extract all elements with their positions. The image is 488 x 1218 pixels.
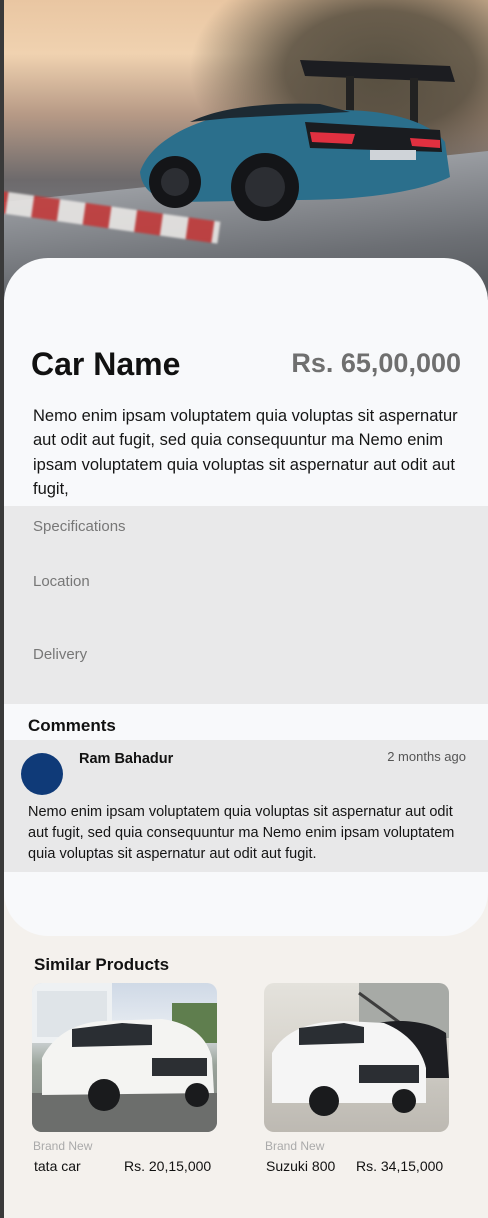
product-detail-card: Car Name Rs. 65,00,000 Nemo enim ipsam v… bbox=[4, 258, 488, 936]
comments-heading: Comments bbox=[28, 716, 116, 735]
hero-car-image bbox=[0, 0, 488, 300]
product-image[interactable] bbox=[32, 983, 217, 1132]
car-description: Nemo enim ipsam voluptatem quia voluptas… bbox=[33, 407, 458, 498]
title-row: Car Name Rs. 65,00,000 bbox=[31, 346, 461, 386]
product-price: Rs. 20,15,000 bbox=[124, 1158, 212, 1174]
product-name[interactable]: tata car bbox=[34, 1158, 81, 1174]
sports-car-illustration bbox=[140, 60, 455, 221]
comment-text: Nemo enim ipsam voluptatem quia voluptas… bbox=[28, 804, 455, 862]
comment-timestamp: 2 months ago bbox=[387, 749, 466, 764]
delivery-link[interactable]: Delivery bbox=[33, 646, 87, 663]
location-link[interactable]: Location bbox=[33, 573, 90, 590]
product-badge: Brand New bbox=[33, 1139, 93, 1153]
product-badge: Brand New bbox=[265, 1139, 325, 1153]
similar-product-card[interactable]: Brand New tata car Rs. 20,15,000 bbox=[32, 983, 218, 1176]
avatar bbox=[21, 753, 63, 795]
product-image[interactable] bbox=[264, 983, 449, 1132]
similar-products-heading: Similar Products bbox=[34, 955, 170, 974]
product-info-row: Suzuki 800 Rs. 34,15,000 bbox=[264, 1158, 450, 1176]
car-name: Car Name bbox=[31, 346, 181, 382]
product-name[interactable]: Suzuki 800 bbox=[266, 1158, 335, 1174]
comment-item: Ram Bahadur 2 months ago Nemo enim ipsam… bbox=[4, 740, 488, 872]
comment-author: Ram Bahadur bbox=[79, 751, 174, 767]
specifications-link[interactable]: Specifications bbox=[33, 518, 126, 535]
specs-section: Specifications Location Delivery bbox=[4, 506, 488, 704]
car-price: Rs. 65,00,000 bbox=[291, 348, 461, 378]
product-info-row: tata car Rs. 20,15,000 bbox=[32, 1158, 218, 1176]
product-price: Rs. 34,15,000 bbox=[356, 1158, 444, 1174]
similar-product-card[interactable]: Brand New Suzuki 800 Rs. 34,15,000 bbox=[264, 983, 450, 1176]
window-edge bbox=[0, 0, 4, 1218]
